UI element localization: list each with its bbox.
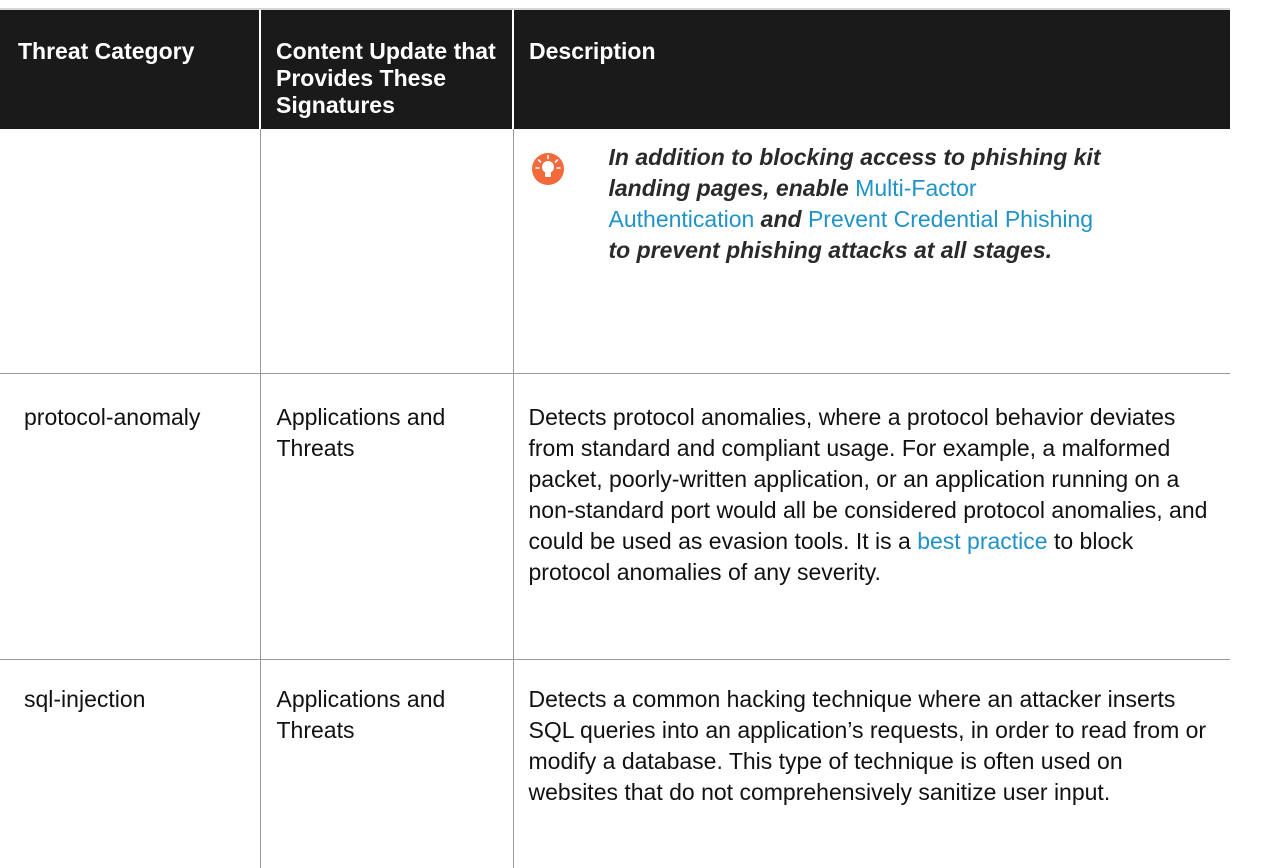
tip-text-part-2: and bbox=[754, 206, 808, 232]
category-cell: protocol-anomaly bbox=[0, 373, 260, 660]
tip-callout: In addition to blocking access to phishi… bbox=[515, 130, 1230, 266]
tip-description-cell: In addition to blocking access to phishi… bbox=[512, 129, 1230, 374]
threat-category-table: Threat Category Content Update that Prov… bbox=[0, 10, 1230, 868]
lightbulb-icon bbox=[531, 153, 564, 185]
header-content-update: Content Update that Provides These Signa… bbox=[259, 10, 513, 129]
content-update-cell: Applications and Threats bbox=[259, 659, 513, 868]
tip-text: In addition to blocking access to phishi… bbox=[609, 142, 1119, 266]
prevent-credential-phishing-link[interactable]: Prevent Credential Phishing bbox=[808, 206, 1093, 232]
tip-update-cell bbox=[259, 129, 513, 374]
tip-category-cell bbox=[0, 129, 260, 374]
table-row: sql-injection Applications and Threats D… bbox=[0, 659, 1230, 868]
category-cell: sql-injection bbox=[24, 685, 146, 712]
description-cell: Detects a common hacking technique where… bbox=[512, 659, 1230, 868]
best-practice-link[interactable]: best practice bbox=[917, 528, 1047, 554]
table-header-row: Threat Category Content Update that Prov… bbox=[0, 10, 1230, 129]
table-row-tip: In addition to blocking access to phishi… bbox=[0, 129, 1230, 374]
header-description: Description bbox=[512, 10, 1230, 129]
content-update-cell: Applications and Threats bbox=[259, 373, 513, 660]
tip-text-part-3: to prevent phishing attacks at all stage… bbox=[608, 237, 1053, 263]
description-cell: Detects protocol anomalies, where a prot… bbox=[512, 373, 1230, 660]
table-row: protocol-anomaly Applications and Threat… bbox=[0, 373, 1230, 660]
header-threat-category: Threat Category bbox=[0, 10, 260, 129]
